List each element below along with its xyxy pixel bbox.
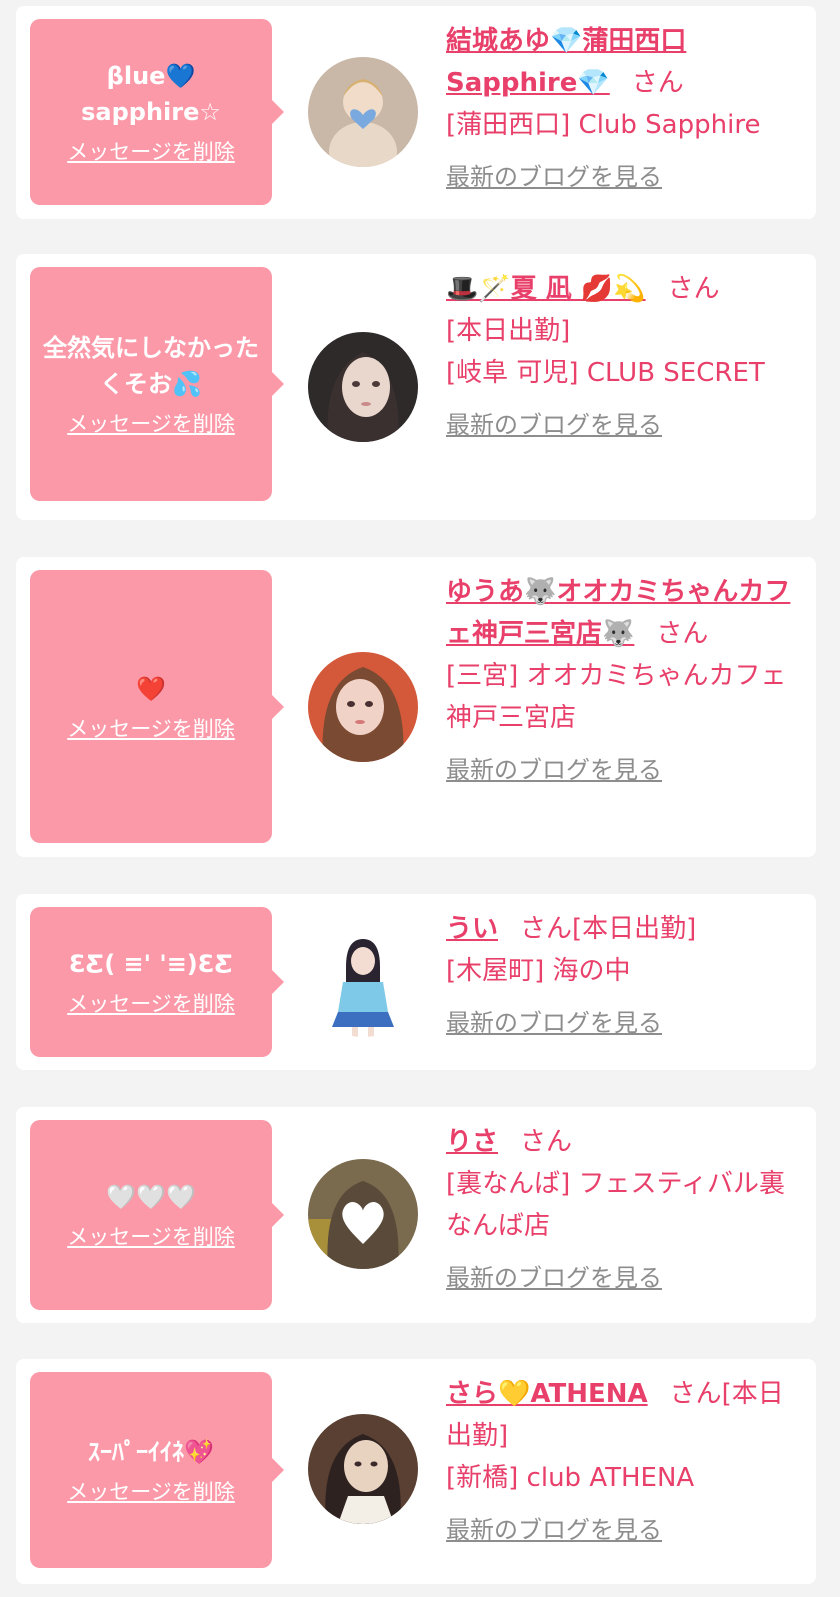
honorific: さん <box>520 914 573 944</box>
profile-info: 結城あゆ💎蒲田西口Sapphire💎 さん [蒲田西口] Club Sapphir… <box>446 20 806 198</box>
latest-blog-link[interactable]: 最新のブログを見る <box>446 1006 662 1040</box>
profile-info: 🎩🪄夏 凪 💋💫 さん [本日出勤] [岐阜 可児] CLUB SECRET 最新… <box>446 268 806 446</box>
message-text: 全然気にしなかったくそお💦 <box>43 334 259 398</box>
delete-message-link[interactable]: メッセージを削除 <box>67 138 235 166</box>
shop-name: [三宮] オオカミちゃんカフェ神戸三宮店 <box>446 661 787 733</box>
delete-message-link[interactable]: メッセージを削除 <box>67 1478 235 1506</box>
avatar[interactable] <box>308 57 418 167</box>
honorific: さん <box>631 68 684 98</box>
shop-name: [新橋] club ATHENA <box>446 1463 695 1493</box>
message-card: 全然気にしなかったくそお💦 メッセージを削除 🎩🪄夏 凪 💋💫 さん [本日出勤]… <box>16 254 816 520</box>
profile-info: うい さん[本日出勤] [木屋町] 海の中 最新のブログを見る <box>446 908 806 1044</box>
message-bubble: ƐƸ( ≡' '≡)ƐƸ メッセージを削除 <box>30 907 284 1057</box>
avatar[interactable] <box>308 1159 418 1269</box>
honorific: さん <box>520 1127 573 1157</box>
honorific: さん <box>667 274 720 304</box>
delete-message-link[interactable]: メッセージを削除 <box>67 715 235 743</box>
avatar[interactable] <box>308 1414 418 1524</box>
message-bubble: ｽｰﾊﾟｰｲｲﾈ💖 メッセージを削除 <box>30 1372 284 1568</box>
profile-name-link[interactable]: うい <box>446 914 498 944</box>
message-card: ❤️ メッセージを削除 ゆうあ🐺オオカミちゃんカフェ神戸三宮店🐺 さん [三宮] … <box>16 557 816 857</box>
latest-blog-link[interactable]: 最新のブログを見る <box>446 408 662 442</box>
message-list: βlue💙sapphire☆ メッセージを削除 結城あゆ💎蒲田西口Sapphir… <box>0 0 840 1597</box>
message-bubble: βlue💙sapphire☆ メッセージを削除 <box>30 19 284 205</box>
work-status: [本日出勤] <box>446 316 571 346</box>
work-status: [本日出勤] <box>572 914 697 944</box>
shop-name: [木屋町] 海の中 <box>446 956 631 986</box>
honorific: さん <box>656 619 709 649</box>
message-bubble: 全然気にしなかったくそお💦 メッセージを削除 <box>30 267 284 501</box>
avatar-photo-3-icon <box>308 652 418 762</box>
profile-name-link[interactable]: ゆうあ🐺オオカミちゃんカフェ神戸三宮店🐺 <box>446 577 790 649</box>
avatar-photo-2-icon <box>308 332 418 442</box>
avatar[interactable] <box>308 652 418 762</box>
latest-blog-link[interactable]: 最新のブログを見る <box>446 160 662 194</box>
shop-name: [裏なんば] フェスティバル裏なんば店 <box>446 1169 785 1241</box>
avatar-photo-1-icon <box>308 57 418 167</box>
profile-info: りさ さん [裏なんば] フェスティバル裏なんば店 最新のブログを見る <box>446 1121 806 1299</box>
avatar-photo-4-icon <box>308 927 418 1037</box>
avatar-photo-5-icon <box>308 1159 418 1269</box>
message-card: βlue💙sapphire☆ メッセージを削除 結城あゆ💎蒲田西口Sapphir… <box>16 6 816 219</box>
message-bubble: 🤍🤍🤍 メッセージを削除 <box>30 1120 284 1310</box>
avatar[interactable] <box>308 927 418 1037</box>
shop-name: [蒲田西口] Club Sapphire <box>446 110 761 140</box>
delete-message-link[interactable]: メッセージを削除 <box>67 1223 235 1251</box>
delete-message-link[interactable]: メッセージを削除 <box>67 410 235 438</box>
avatar[interactable] <box>308 332 418 442</box>
message-text: ｽｰﾊﾟｰｲｲﾈ💖 <box>88 1438 214 1466</box>
latest-blog-link[interactable]: 最新のブログを見る <box>446 1261 662 1295</box>
honorific: さん <box>669 1379 722 1409</box>
profile-info: さら💛ATHENA さん[本日出勤] [新橋] club ATHENA 最新のブロ… <box>446 1373 806 1551</box>
message-card: ƐƸ( ≡' '≡)ƐƸ メッセージを削除 うい さん[本日出勤] [木屋町] 海… <box>16 894 816 1070</box>
latest-blog-link[interactable]: 最新のブログを見る <box>446 753 662 787</box>
message-bubble: ❤️ メッセージを削除 <box>30 570 284 843</box>
profile-name-link[interactable]: さら💛ATHENA <box>446 1379 648 1409</box>
message-text: ❤️ <box>136 674 166 703</box>
message-text: ƐƸ( ≡' '≡)ƐƸ <box>68 950 234 978</box>
delete-message-link[interactable]: メッセージを削除 <box>67 990 235 1018</box>
shop-name: [岐阜 可児] CLUB SECRET <box>446 358 765 388</box>
latest-blog-link[interactable]: 最新のブログを見る <box>446 1513 662 1547</box>
profile-name-link[interactable]: 🎩🪄夏 凪 💋💫 <box>446 274 646 304</box>
avatar-photo-6-icon <box>308 1414 418 1524</box>
message-text: βlue💙sapphire☆ <box>81 62 221 126</box>
message-card: ｽｰﾊﾟｰｲｲﾈ💖 メッセージを削除 さら💛ATHENA さん[本日出勤] [新橋… <box>16 1359 816 1584</box>
message-card: 🤍🤍🤍 メッセージを削除 りさ さん [裏なんば] フェスティバル裏なんば店 最新… <box>16 1107 816 1323</box>
profile-name-link[interactable]: りさ <box>446 1127 498 1157</box>
message-text: 🤍🤍🤍 <box>106 1183 196 1211</box>
profile-info: ゆうあ🐺オオカミちゃんカフェ神戸三宮店🐺 さん [三宮] オオカミちゃんカフェ神戸… <box>446 571 806 791</box>
